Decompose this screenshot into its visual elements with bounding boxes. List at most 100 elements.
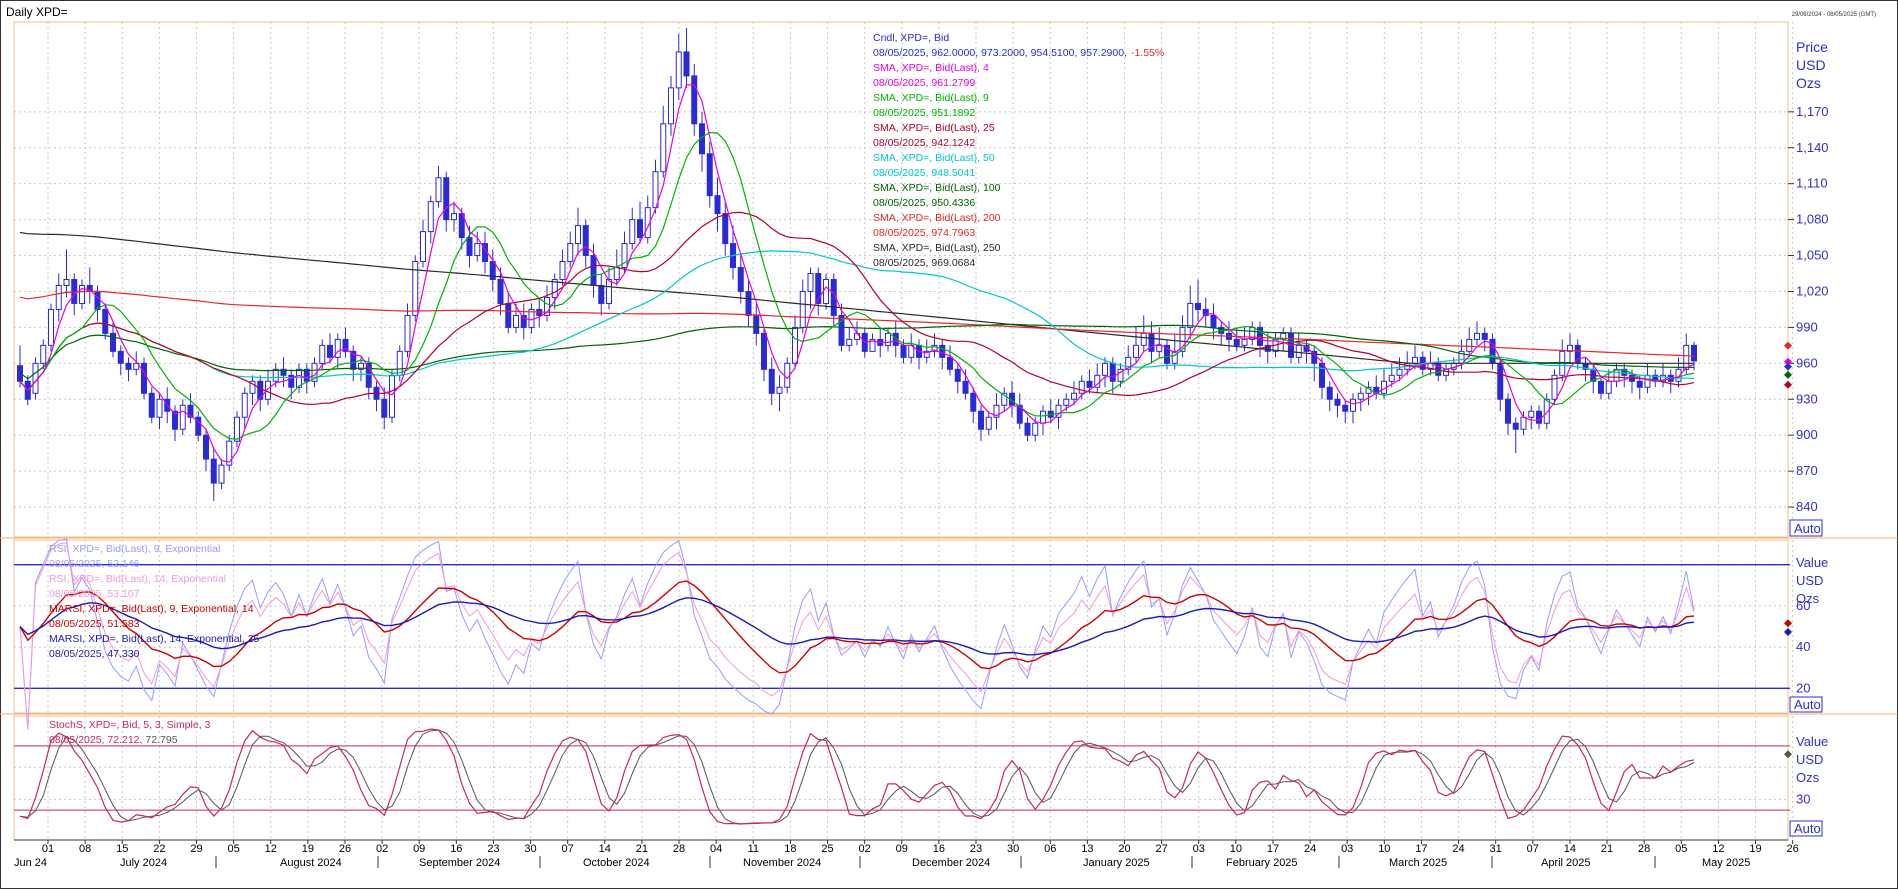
last-value-marker	[1784, 370, 1792, 379]
candle	[613, 267, 620, 280]
candle	[497, 279, 504, 304]
x-tick-label: 17	[1267, 843, 1279, 855]
last-value-marker	[1784, 380, 1792, 389]
candle	[1241, 338, 1248, 346]
candle	[1644, 374, 1651, 388]
x-tick-label: 21	[636, 843, 648, 855]
candle	[234, 416, 240, 442]
x-tick-label: 16	[933, 843, 945, 855]
legend-header: MARSI, XPD=, Bid(Last), 14, Exponential,…	[49, 633, 260, 645]
candle	[474, 243, 481, 257]
stoch-axis-label: Ozs	[1796, 770, 1820, 785]
candle	[683, 51, 690, 77]
candle	[1040, 410, 1046, 424]
rsi-axis-label: USD	[1796, 573, 1823, 588]
x-axis: 01 08 15 22 29 05 12 19 26 02 09 16 23 30 07 14 21 28 04 11…	[14, 839, 1799, 869]
legend-header: SMA, XPD=, Bid(Last), 200	[873, 212, 1001, 224]
candle	[660, 123, 667, 173]
x-tick-label: 16	[450, 843, 462, 855]
candle	[761, 332, 767, 370]
candle	[637, 219, 643, 239]
candle	[1528, 410, 1535, 418]
x-tick-label: 08	[79, 843, 91, 855]
candle	[1071, 392, 1077, 400]
candle	[582, 225, 589, 257]
stoch-axis-label: USD	[1796, 752, 1823, 767]
x-month-label: July 2024	[120, 857, 167, 869]
x-month-label: December 2024	[912, 857, 990, 869]
x-tick-label: 09	[413, 843, 425, 855]
x-month-label: October 2024	[583, 857, 650, 869]
candle	[1024, 422, 1031, 436]
x-tick-label: 14	[599, 843, 611, 855]
chart-canvas[interactable]: 840 870 900 930 960 990 1,020 1,050 1,080 1,110 1,…	[0, 0, 1898, 889]
candle	[55, 284, 62, 310]
candle	[1357, 392, 1364, 400]
x-tick-label: 03	[1193, 843, 1205, 855]
candle	[156, 398, 163, 418]
x-tick-label: 02	[859, 843, 871, 855]
candle	[885, 332, 891, 346]
candle	[389, 374, 395, 418]
candle	[203, 434, 209, 460]
candle	[1063, 398, 1070, 406]
candle	[32, 362, 39, 394]
rsi-panel-frame	[13, 539, 1789, 714]
candles	[17, 27, 1697, 502]
x-month-label: August 2024	[280, 857, 342, 869]
x-month-label: September 2024	[419, 857, 500, 869]
x-tick-label: 12	[1712, 843, 1724, 855]
candle	[1319, 362, 1325, 388]
candle	[48, 308, 54, 346]
legend-header: SMA, XPD=, Bid(Last), 100	[873, 182, 1001, 194]
legend-header: SMA, XPD=, Bid(Last), 25	[873, 122, 995, 134]
legend-value: 08/05/2025, 72.212, 72.795	[49, 734, 178, 746]
candle	[1086, 380, 1093, 388]
ma-legend: Cndl, XPD=, Bid 08/05/2025, 962.0000, 973…	[873, 32, 1164, 269]
candle	[1605, 380, 1612, 394]
candle	[303, 368, 310, 382]
candle	[241, 392, 248, 418]
x-tick-label: 27	[1155, 843, 1167, 855]
candle	[1233, 338, 1240, 346]
x-tick-label: 18	[784, 843, 796, 855]
price-tick-label: 1,050	[1796, 248, 1829, 263]
candle	[590, 255, 597, 286]
price-tick-label: 1,140	[1796, 140, 1829, 155]
candle	[629, 219, 636, 245]
x-tick-label: 17	[1415, 843, 1427, 855]
x-month-label: November 2024	[743, 857, 821, 869]
x-tick-label: 07	[562, 843, 574, 855]
price-tick-label: 870	[1796, 463, 1818, 478]
candle	[1133, 344, 1139, 358]
candle	[970, 392, 977, 412]
candle	[1520, 416, 1527, 430]
candle	[327, 344, 333, 358]
x-month-label: March 2025	[1389, 857, 1447, 869]
candle	[1481, 332, 1488, 340]
candle	[1195, 302, 1201, 310]
legend-value: 08/05/2025, 942.1242	[873, 137, 975, 149]
candle	[117, 350, 124, 364]
x-tick-label: 26	[339, 843, 351, 855]
price-tick-label: 900	[1796, 427, 1818, 442]
x-tick-label: 09	[896, 843, 908, 855]
candle	[451, 213, 457, 221]
x-tick-label: 06	[1044, 843, 1056, 855]
last-value-marker	[1784, 619, 1792, 628]
candle	[1388, 374, 1395, 382]
legend-value: 08/05/2025, 51.583	[49, 618, 140, 630]
price-axis-label: USD	[1796, 57, 1826, 73]
candle	[792, 326, 798, 364]
candle	[745, 290, 752, 316]
chart-window: Daily XPD= 29/06/2024 - 08/05/2025 (GMT)…	[0, 0, 1898, 889]
candle	[954, 368, 961, 382]
last-value-marker	[1784, 750, 1792, 759]
candle	[40, 344, 47, 364]
candle	[1210, 314, 1217, 328]
stoch-axis-label: Value	[1796, 734, 1828, 749]
legend-header: SMA, XPD=, Bid(Last), 250	[873, 242, 1001, 254]
x-tick-label: 24	[1304, 843, 1316, 855]
price-tick-label: 930	[1796, 391, 1818, 406]
candle	[722, 213, 729, 245]
